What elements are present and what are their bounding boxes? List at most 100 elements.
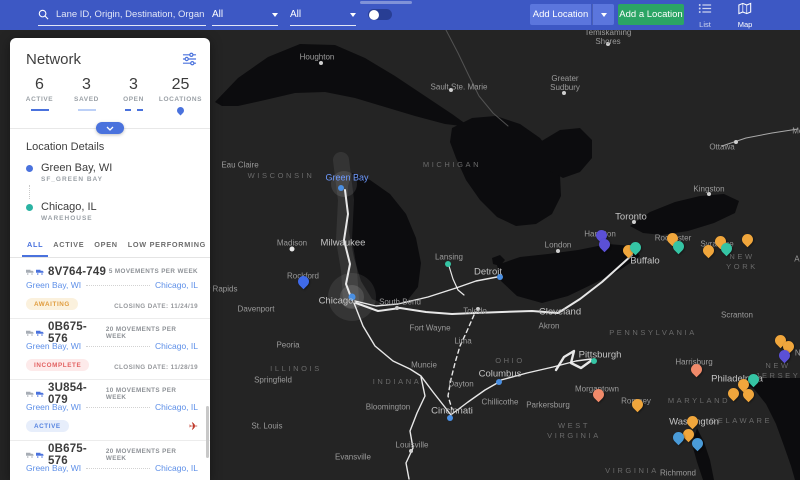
lane-status-badge: ACTIVE bbox=[26, 420, 69, 432]
route-connector bbox=[29, 185, 194, 199]
add-location-dropdown-button[interactable] bbox=[592, 4, 614, 25]
stop-code: WAREHOUSE bbox=[41, 215, 93, 222]
lane-origin-link[interactable]: Green Bay, WI bbox=[26, 341, 81, 351]
stat-label: SAVED bbox=[74, 96, 99, 103]
lane-origin-link[interactable]: Green Bay, WI bbox=[26, 463, 81, 473]
stat-active: 6 ACTIVE bbox=[16, 76, 63, 114]
map-city-label: Ne bbox=[794, 348, 800, 358]
location-stop[interactable]: Green Bay, WI SF_GREEN BAY bbox=[26, 162, 194, 183]
map-city-label: Mon bbox=[792, 126, 800, 136]
location-details-section: Location Details Green Bay, WI SF_GREEN B… bbox=[10, 129, 210, 228]
airline-carrier-icon: ✈ bbox=[188, 421, 198, 433]
stop-dot bbox=[26, 165, 33, 172]
map-city-label: Fort Wayne bbox=[409, 323, 451, 333]
lane-destination-link[interactable]: Chicago, IL bbox=[155, 341, 198, 351]
tab-active[interactable]: ACTIVE bbox=[48, 232, 89, 257]
add-location-label: Add Location bbox=[532, 9, 589, 20]
add-location-button[interactable]: Add Location bbox=[530, 4, 591, 25]
chevron-down-icon bbox=[350, 12, 356, 17]
tab-low-performing[interactable]: LOW PERFORMING bbox=[123, 232, 210, 257]
lane-card[interactable]: 0B675-576 20 MOVEMENTS PER WEEK Green Ba… bbox=[10, 319, 210, 380]
stop-dot bbox=[26, 204, 33, 211]
lane-meta: CLOSING DATE: 11/28/19 bbox=[114, 356, 198, 374]
lane-card[interactable]: 3U854-079 10 MOVEMENTS PER WEEK Green Ba… bbox=[10, 380, 210, 441]
add-a-location-button[interactable]: Add a Location bbox=[618, 4, 684, 25]
map-city-label: Chillicothe bbox=[481, 397, 519, 407]
stat-saved: 3 SAVED bbox=[63, 76, 110, 114]
map-overlay-toggle[interactable] bbox=[368, 9, 392, 20]
map-state-label: INDIANA bbox=[372, 377, 422, 386]
map-city-label: Cincinnati bbox=[431, 405, 473, 417]
chevron-down-icon bbox=[600, 12, 607, 17]
map-city-label: Sault Ste. Marie bbox=[430, 82, 488, 92]
map-city-label: Lansing bbox=[434, 252, 464, 262]
tab-all[interactable]: ALL bbox=[22, 232, 49, 257]
map-city-label: Dayton bbox=[448, 379, 474, 389]
filter-dropdown-1[interactable]: All bbox=[212, 4, 278, 26]
map-state-label: PENNSYLVANIA bbox=[609, 328, 697, 337]
stop-name: Green Bay, WI bbox=[41, 162, 113, 174]
map-city-label: Davenport bbox=[237, 304, 275, 314]
lane-meta: ✈ bbox=[189, 417, 198, 435]
filter-dropdown-1-value: All bbox=[212, 9, 224, 20]
map-city-label: London bbox=[544, 240, 572, 250]
filter-dropdown-2-value: All bbox=[290, 9, 302, 20]
stats-row: 6 ACTIVE 3 SAVED 3 OPEN 25 LOCATIONS bbox=[10, 68, 210, 134]
list-icon bbox=[698, 4, 712, 13]
map-state-label: DELAWARE bbox=[709, 416, 773, 425]
panel-scrollbar[interactable] bbox=[206, 406, 209, 458]
lane-list: 8V764-749 5 MOVEMENTS PER WEEK Green Bay… bbox=[10, 258, 210, 480]
map-city-label: Toronto bbox=[615, 211, 647, 223]
lane-destination-link[interactable]: Chicago, IL bbox=[155, 402, 198, 412]
lane-card[interactable]: 8V764-749 5 MOVEMENTS PER WEEK Green Bay… bbox=[10, 258, 210, 319]
map-city-label: Chicago bbox=[318, 295, 354, 307]
stat-locations: 25 LOCATIONS bbox=[157, 76, 204, 114]
closing-date: CLOSING DATE: 11/24/19 bbox=[114, 303, 198, 310]
lane-destination-link[interactable]: Chicago, IL bbox=[155, 280, 198, 290]
map-icon bbox=[738, 2, 752, 15]
map-city-label: St. Louis bbox=[251, 421, 283, 431]
stat-indicator-light bbox=[63, 106, 110, 114]
lane-movements: 20 MOVEMENTS PER WEEK bbox=[105, 447, 177, 462]
filter-dropdown-2[interactable]: All bbox=[290, 4, 356, 26]
chevron-down-icon bbox=[272, 12, 278, 17]
network-panel: Network 6 ACTIVE 3 SAVED 3 OPEN 25 LOCATIONS Lo… bbox=[10, 38, 210, 480]
search-icon bbox=[38, 9, 49, 20]
location-stop[interactable]: Chicago, IL WAREHOUSE bbox=[26, 201, 194, 222]
stat-label: LOCATIONS bbox=[158, 96, 203, 103]
tab-open[interactable]: OPEN bbox=[89, 232, 122, 257]
location-details-heading: Location Details bbox=[26, 141, 105, 153]
stat-value: 6 bbox=[35, 76, 44, 93]
stat-label: ACTIVE bbox=[25, 96, 54, 103]
map-city-label: Bloomington bbox=[365, 402, 411, 412]
panel-title: Network bbox=[26, 51, 82, 68]
lane-movements: 20 MOVEMENTS PER WEEK bbox=[105, 325, 177, 340]
map-city-label: Evansville bbox=[334, 452, 372, 462]
add-a-location-label: Add a Location bbox=[619, 9, 683, 20]
map-state-label: ILLINOIS bbox=[270, 364, 322, 373]
map-state-label: OHIO bbox=[495, 356, 525, 365]
map-pin[interactable] bbox=[739, 231, 755, 248]
map-city-label: Lima bbox=[454, 336, 472, 346]
map-city-label: Peoria bbox=[276, 340, 300, 350]
top-bar: All All Add Location Add a Location List… bbox=[0, 0, 800, 30]
collapse-panel-button[interactable] bbox=[96, 122, 124, 134]
map-city-label: Louisville bbox=[395, 440, 429, 450]
stat-open: 3 OPEN bbox=[110, 76, 157, 114]
lane-card[interactable]: 0B675-576 20 MOVEMENTS PER WEEK Green Ba… bbox=[10, 441, 210, 480]
search-input[interactable] bbox=[54, 8, 206, 21]
lane-origin-link[interactable]: Green Bay, WI bbox=[26, 402, 81, 412]
lane-mode-icons bbox=[26, 391, 44, 397]
map-city-label: Cleveland bbox=[538, 306, 582, 318]
map-city-label: Akron bbox=[538, 321, 560, 331]
map-view-button[interactable]: Map bbox=[728, 2, 762, 29]
lane-origin-link[interactable]: Green Bay, WI bbox=[26, 280, 81, 290]
stat-value: 3 bbox=[129, 76, 138, 93]
search-field[interactable] bbox=[38, 4, 206, 26]
chevron-down-icon bbox=[106, 126, 114, 131]
lane-destination-link[interactable]: Chicago, IL bbox=[155, 463, 198, 473]
list-view-button[interactable]: List bbox=[688, 2, 722, 29]
map-state-label: MICHIGAN bbox=[422, 160, 482, 169]
lane-route-leader bbox=[86, 346, 150, 347]
map-state-label: WISCONSIN bbox=[247, 171, 315, 180]
